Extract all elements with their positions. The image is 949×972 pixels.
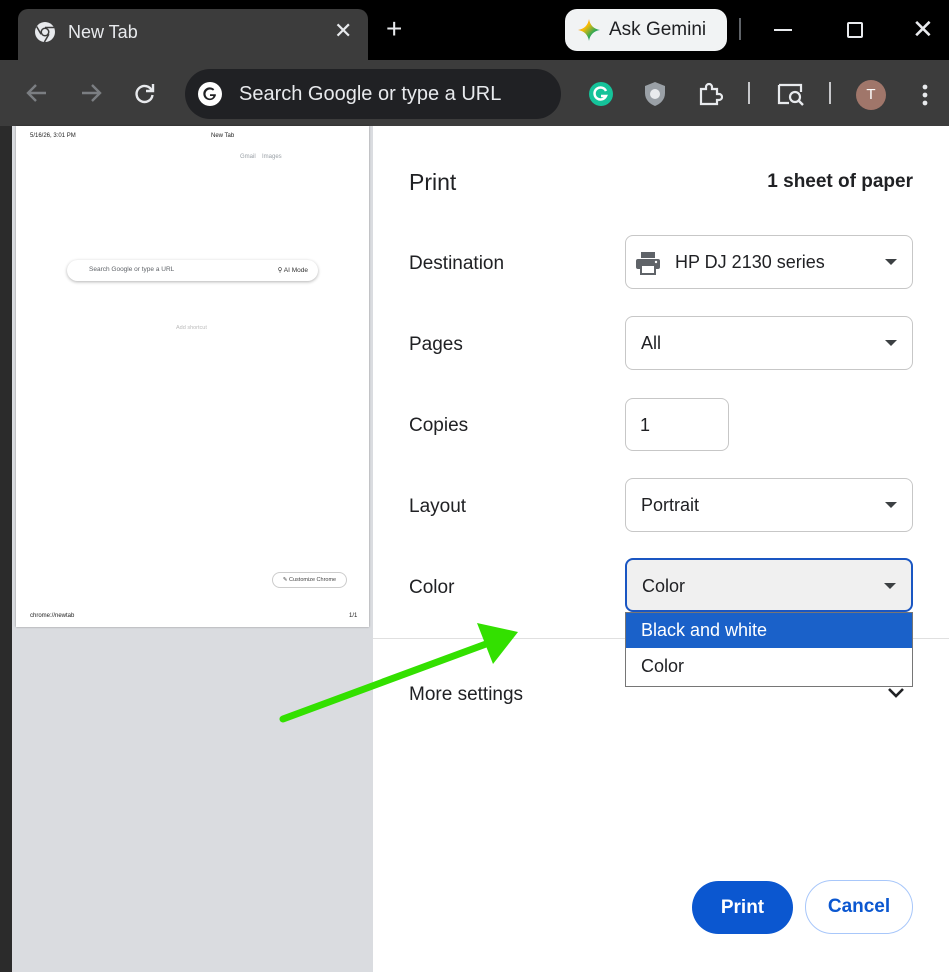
copies-label: Copies <box>409 415 469 436</box>
print-settings-panel: Print 1 sheet of paper Destination HP DJ… <box>373 126 949 972</box>
preview-link-gmail: Gmail <box>240 154 256 160</box>
preview-page-title: New Tab <box>211 133 235 139</box>
new-tab-button[interactable]: + <box>386 14 402 44</box>
chrome-icon <box>35 22 55 43</box>
toolbar-separator <box>748 82 750 104</box>
print-title: Print <box>409 169 457 195</box>
dropdown-caret-icon <box>885 259 897 265</box>
forward-arrow-icon[interactable] <box>80 82 102 104</box>
pages-value: All <box>641 333 662 353</box>
title-bar: New Tab ✕ + Ask Gemini ✕ <box>0 0 949 60</box>
more-menu-icon[interactable] <box>916 80 934 110</box>
dropdown-caret-icon <box>884 583 896 589</box>
profile-avatar[interactable]: T <box>856 80 886 110</box>
ask-gemini-button[interactable]: Ask Gemini <box>565 9 727 51</box>
pages-label: Pages <box>409 334 463 355</box>
preview-ai-mode-label: AI Mode <box>283 267 308 274</box>
cancel-button[interactable]: Cancel <box>805 880 913 934</box>
copies-input[interactable]: 1 <box>625 398 729 451</box>
google-g-icon <box>198 82 222 106</box>
preview-link-images: Images <box>262 154 282 160</box>
preview-ai-mode: ⚲ AI Mode <box>278 266 308 274</box>
omnibox[interactable]: Search Google or type a URL <box>185 69 561 119</box>
titlebar-separator <box>739 18 741 40</box>
destination-value: HP DJ 2130 series <box>675 252 825 272</box>
print-dialog: 5/16/26, 3:01 PM New Tab Gmail Images Se… <box>0 126 949 972</box>
color-option-black-and-white[interactable]: Black and white <box>626 613 912 648</box>
sheet-count: 1 sheet of paper <box>767 171 913 192</box>
dropdown-caret-icon <box>885 502 897 508</box>
preview-customize-chrome: ✎ Customize Chrome <box>272 572 347 588</box>
maximize-icon[interactable] <box>847 22 863 38</box>
tab-title: New Tab <box>68 22 138 42</box>
minimize-icon[interactable] <box>774 29 792 31</box>
omnibox-text: Search Google or type a URL <box>239 83 502 105</box>
preview-page-count: 1/1 <box>349 613 358 619</box>
ask-gemini-label: Ask Gemini <box>609 19 707 40</box>
destination-label: Destination <box>409 253 505 274</box>
window-close-icon[interactable]: ✕ <box>912 14 934 44</box>
close-tab-icon[interactable]: ✕ <box>334 20 352 42</box>
color-value: Color <box>642 576 686 596</box>
preview-page: 5/16/26, 3:01 PM New Tab Gmail Images Se… <box>16 126 369 627</box>
gemini-icon <box>578 19 600 41</box>
preview-search-placeholder: Search Google or type a URL <box>89 266 175 273</box>
preview-search-box: Search Google or type a URL ⚲ AI Mode <box>67 260 318 281</box>
search-tab-icon[interactable] <box>777 81 805 107</box>
reload-icon[interactable] <box>134 82 156 104</box>
chevron-down-icon[interactable] <box>887 686 905 700</box>
preview-customize-label: Customize Chrome <box>289 577 337 583</box>
extensions-puzzle-icon[interactable] <box>697 81 723 107</box>
layout-value: Portrait <box>641 495 700 515</box>
shield-extension-icon[interactable] <box>643 81 667 107</box>
color-label: Color <box>409 577 455 598</box>
color-option-color[interactable]: Color <box>626 649 912 684</box>
browser-toolbar: Search Google or type a URL T <box>0 60 949 126</box>
preview-add-shortcut: Add shortcut <box>176 325 207 331</box>
copies-value: 1 <box>640 415 651 435</box>
print-button[interactable]: Print <box>692 881 793 934</box>
more-settings-label[interactable]: More settings <box>409 684 523 706</box>
destination-select[interactable]: HP DJ 2130 series <box>625 235 913 289</box>
preview-datetime: 5/16/26, 3:01 PM <box>30 133 76 139</box>
preview-footer-url: chrome://newtab <box>30 613 75 619</box>
layout-select[interactable]: Portrait <box>625 478 913 532</box>
grammarly-icon[interactable] <box>588 81 614 107</box>
printer-icon <box>636 252 660 275</box>
back-arrow-icon[interactable] <box>26 82 48 104</box>
pages-select[interactable]: All <box>625 316 913 370</box>
toolbar-separator <box>829 82 831 104</box>
color-dropdown-list: Black and white Color <box>625 612 913 687</box>
print-preview-pane: 5/16/26, 3:01 PM New Tab Gmail Images Se… <box>12 126 373 972</box>
browser-tab[interactable]: New Tab ✕ <box>18 9 368 60</box>
dropdown-caret-icon <box>885 340 897 346</box>
layout-label: Layout <box>409 496 467 517</box>
color-select[interactable]: Color <box>625 558 913 612</box>
